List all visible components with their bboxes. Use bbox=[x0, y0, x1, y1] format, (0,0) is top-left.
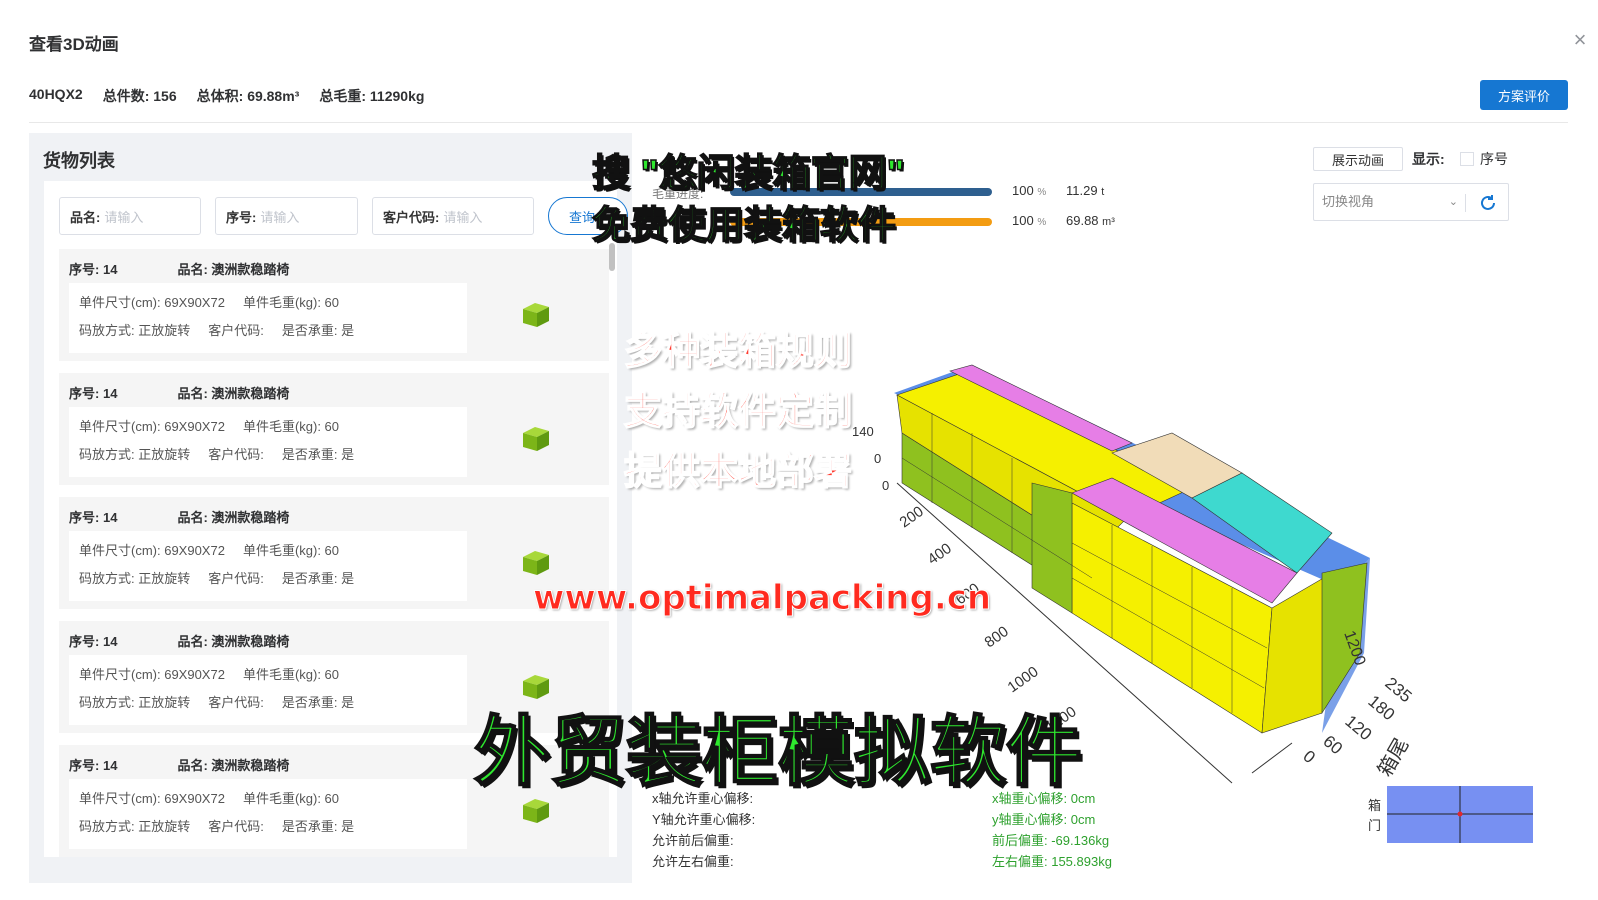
plan-evaluation-button[interactable]: 方案评价 bbox=[1480, 80, 1568, 110]
width-tick-label: 120 bbox=[1341, 712, 1375, 745]
total-pieces: 总件数: 156 bbox=[102, 88, 177, 104]
dialog-title: 查看3D动画 bbox=[29, 35, 119, 54]
item-product-name: 品名: 澳洲款稳踏椅 bbox=[177, 262, 290, 277]
close-icon[interactable]: × bbox=[1570, 29, 1590, 51]
item-seq: 序号: 14 bbox=[69, 758, 118, 773]
item-header: 序号: 14 品名: 澳洲款稳踏椅 bbox=[69, 755, 289, 774]
item-header: 序号: 14 品名: 澳洲款稳踏椅 bbox=[69, 383, 289, 402]
width-axis bbox=[1251, 742, 1293, 774]
item-load-bearing: 是否承重: 是 bbox=[281, 819, 355, 834]
overlay-rule1: 多种装箱规则 bbox=[623, 330, 853, 374]
product-name-filter[interactable]: 品名: 请输入 bbox=[59, 197, 201, 235]
item-weight: 单件毛重(kg): 60 bbox=[242, 543, 340, 558]
item-header: 序号: 14 品名: 澳洲款稳踏椅 bbox=[69, 259, 289, 278]
item-stack-mode: 码放方式: 正放旋转 bbox=[79, 323, 191, 338]
overlay-big-title: 外贸装柜模拟软件 bbox=[473, 709, 1083, 796]
item-weight: 单件毛重(kg): 60 bbox=[242, 419, 340, 434]
item-product-name: 品名: 澳洲款稳踏椅 bbox=[177, 758, 290, 773]
cargo-list-title: 货物列表 bbox=[43, 151, 115, 171]
item-details: 单件尺寸(cm): 69X90X72 单件毛重(kg): 60 码放方式: 正放旋转… bbox=[69, 655, 467, 725]
list-item[interactable]: 序号: 14 品名: 澳洲款稳踏椅单件尺寸(cm): 69X90X72 单件毛重(k… bbox=[59, 373, 609, 485]
cargo-cube-icon bbox=[523, 303, 549, 327]
item-size: 单件尺寸(cm): 69X90X72 bbox=[79, 295, 225, 310]
item-details: 单件尺寸(cm): 69X90X72 单件毛重(kg): 60 码放方式: 正放旋转… bbox=[69, 407, 467, 477]
seq-filter[interactable]: 序号: 请输入 bbox=[215, 197, 358, 235]
item-load-bearing: 是否承重: 是 bbox=[281, 323, 355, 338]
item-stack-mode: 码放方式: 正放旋转 bbox=[79, 819, 191, 834]
cargo-block-green-mid bbox=[1031, 482, 1073, 614]
width-tick-label: 0 bbox=[1299, 747, 1318, 768]
total-weight: 总毛重: 11290kg bbox=[319, 88, 425, 104]
length-tick-label: 800 bbox=[982, 623, 1012, 651]
center-of-gravity-minimap bbox=[1387, 786, 1533, 843]
item-stack-mode: 码放方式: 正放旋转 bbox=[79, 447, 191, 462]
summary-bar: 40HQX2 总件数: 156 总体积: 69.88m³ 总毛重: 11290k… bbox=[29, 86, 424, 106]
item-load-bearing: 是否承重: 是 bbox=[281, 695, 355, 710]
item-details: 单件尺寸(cm): 69X90X72 单件毛重(kg): 60 码放方式: 正放旋转… bbox=[69, 779, 467, 849]
height-tick: 0 bbox=[882, 478, 889, 493]
overlay-free-text: 免费使用装箱软件 bbox=[591, 204, 897, 248]
length-tick-label: 200 bbox=[897, 503, 927, 531]
item-load-bearing: 是否承重: 是 bbox=[281, 571, 355, 586]
item-size: 单件尺寸(cm): 69X90X72 bbox=[79, 419, 225, 434]
cog-crosshair bbox=[1387, 786, 1533, 843]
door-label: 箱门 bbox=[1368, 798, 1382, 833]
item-customer-code: 客户代码: bbox=[208, 695, 264, 710]
item-weight: 单件毛重(kg): 60 bbox=[242, 667, 340, 682]
list-item[interactable]: 序号: 14 品名: 澳洲款稳踏椅单件尺寸(cm): 69X90X72 单件毛重(k… bbox=[59, 249, 609, 361]
item-stack-mode: 码放方式: 正放旋转 bbox=[79, 695, 191, 710]
height-tick: 0 bbox=[874, 451, 881, 466]
item-customer-code: 客户代码: bbox=[208, 819, 264, 834]
cargo-cube-icon bbox=[523, 427, 549, 451]
width-tick-label: 60 bbox=[1319, 732, 1346, 759]
item-details: 单件尺寸(cm): 69X90X72 单件毛重(kg): 60 码放方式: 正放旋转… bbox=[69, 531, 467, 601]
height-tick: 140 bbox=[852, 424, 874, 439]
overlay-rule2: 支持软件定制 bbox=[623, 390, 853, 434]
item-seq: 序号: 14 bbox=[69, 386, 118, 401]
item-size: 单件尺寸(cm): 69X90X72 bbox=[79, 667, 225, 682]
total-volume: 总体积: 69.88m³ bbox=[196, 88, 300, 104]
item-stack-mode: 码放方式: 正放旋转 bbox=[79, 571, 191, 586]
item-customer-code: 客户代码: bbox=[208, 447, 264, 462]
actual-offset-stats: x轴重心偏移: 0cm y轴重心偏移: 0cm 前后偏重: -69.136kg … bbox=[992, 791, 1112, 869]
item-weight: 单件毛重(kg): 60 bbox=[242, 295, 340, 310]
item-customer-code: 客户代码: bbox=[208, 571, 264, 586]
item-size: 单件尺寸(cm): 69X90X72 bbox=[79, 543, 225, 558]
item-size: 单件尺寸(cm): 69X90X72 bbox=[79, 791, 225, 806]
overlay-search-text: 搜 "悠闲装箱官网" bbox=[591, 152, 905, 196]
item-header: 序号: 14 品名: 澳洲款稳踏椅 bbox=[69, 507, 289, 526]
item-seq: 序号: 14 bbox=[69, 634, 118, 649]
item-product-name: 品名: 澳洲款稳踏椅 bbox=[177, 386, 290, 401]
overlay-url: www.optimalpacking.cn bbox=[532, 578, 992, 619]
list-item[interactable]: 序号: 14 品名: 澳洲款稳踏椅单件尺寸(cm): 69X90X72 单件毛重(k… bbox=[59, 497, 609, 609]
item-customer-code: 客户代码: bbox=[208, 323, 264, 338]
container-type: 40HQX2 bbox=[29, 86, 83, 102]
length-tick-label: 400 bbox=[925, 540, 955, 568]
divider bbox=[29, 122, 1568, 123]
allowed-offset-stats: x轴允许重心偏移: Y轴允许重心偏移: 允许前后偏重: 允许左右偏重: bbox=[652, 791, 756, 869]
item-product-name: 品名: 澳洲款稳踏椅 bbox=[177, 510, 290, 525]
overlay-rule3: 提供本地部署 bbox=[623, 450, 853, 494]
customer-code-filter[interactable]: 客户代码: 请输入 bbox=[372, 197, 534, 235]
item-weight: 单件毛重(kg): 60 bbox=[242, 791, 340, 806]
item-details: 单件尺寸(cm): 69X90X72 单件毛重(kg): 60 码放方式: 正放旋转… bbox=[69, 283, 467, 353]
item-header: 序号: 14 品名: 澳洲款稳踏椅 bbox=[69, 631, 289, 650]
item-product-name: 品名: 澳洲款稳踏椅 bbox=[177, 634, 290, 649]
item-seq: 序号: 14 bbox=[69, 510, 118, 525]
item-seq: 序号: 14 bbox=[69, 262, 118, 277]
tail-label: 箱尾 bbox=[1373, 734, 1413, 780]
cargo-cube-icon bbox=[523, 551, 549, 575]
dialog: 查看3D动画 × 40HQX2 总件数: 156 总体积: 69.88m³ 总毛… bbox=[0, 0, 1598, 900]
item-load-bearing: 是否承重: 是 bbox=[281, 447, 355, 462]
